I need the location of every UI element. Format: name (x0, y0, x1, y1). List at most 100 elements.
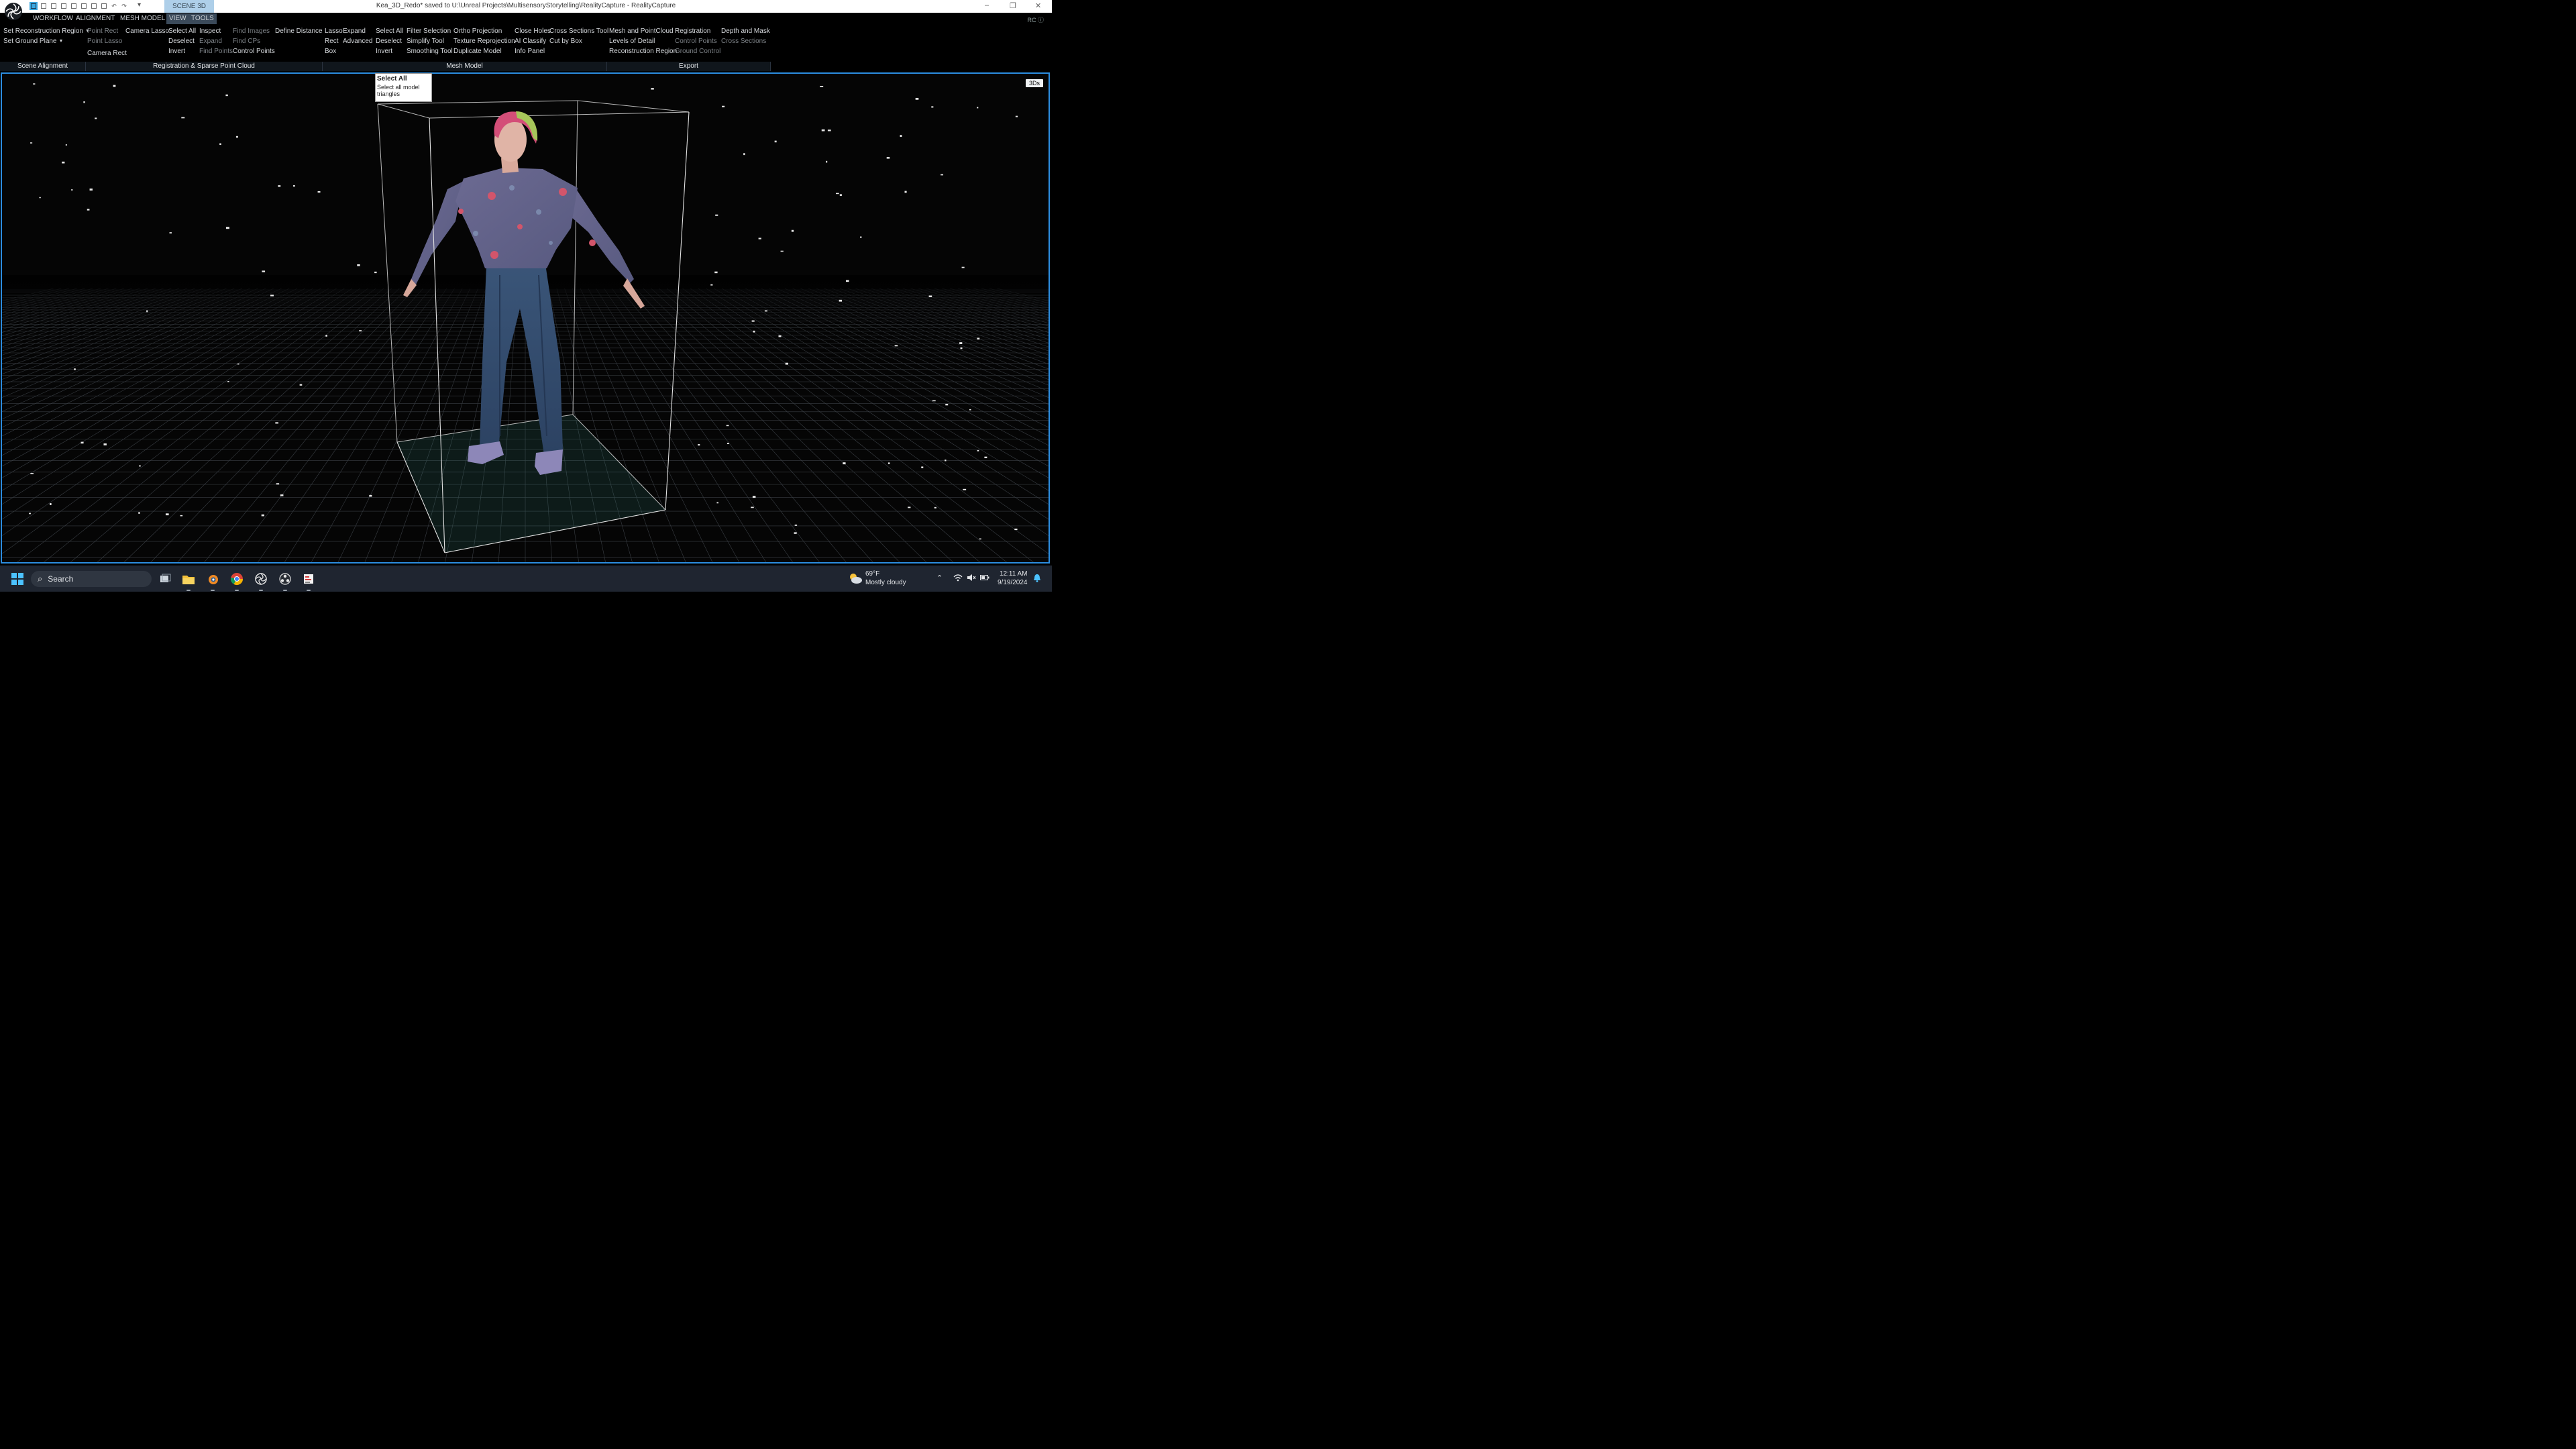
ortho-projection-button[interactable]: Ortho Projection (453, 28, 502, 35)
menu-tools[interactable]: TOOLS (189, 13, 217, 24)
volume-muted-icon[interactable] (967, 574, 976, 584)
app-tool-icon[interactable] (302, 572, 315, 591)
scene-canvas[interactable] (2, 74, 1049, 562)
blender-icon[interactable] (206, 572, 219, 591)
weather-cloudy-icon[interactable] (848, 572, 863, 584)
camera-lasso-button[interactable]: Camera Lasso (125, 28, 169, 35)
invert-button[interactable]: Invert (376, 48, 392, 55)
chrome-icon[interactable] (230, 572, 244, 591)
scene-3d-viewport[interactable]: 3Ds (1, 72, 1050, 564)
control-points-button[interactable]: Control Points (233, 48, 275, 55)
invert-points-button[interactable]: Invert (168, 48, 185, 55)
advanced-button[interactable]: Advanced (343, 38, 372, 45)
select-all-points-button[interactable]: Select All (168, 28, 196, 35)
layout-2-icon[interactable] (40, 2, 48, 10)
realitycapture-logo-icon[interactable] (4, 2, 23, 21)
export-mesh-and-pointcloud-button[interactable]: Mesh and PointCloud (609, 28, 674, 35)
taskbar-search-box[interactable]: ⌕ Search (31, 571, 152, 587)
layout-8-icon[interactable] (100, 2, 108, 10)
duplicate-model-button[interactable]: Duplicate Model (453, 48, 502, 55)
menu-view[interactable]: VIEW (166, 13, 189, 24)
export-depth-and-mask-button[interactable]: Depth and Mask (721, 28, 770, 35)
cross-sections-tool-button[interactable]: Cross Sections Tool (549, 28, 608, 35)
restore-button[interactable]: ❐ (1010, 1, 1016, 10)
title-bar: ↶ ↷ ▾ SCENE 3D Kea_3D_Redo* saved to U:\… (0, 0, 1052, 13)
find-cps-button[interactable]: Find CPs (233, 38, 260, 45)
camera-marker (261, 514, 265, 517)
weather-temperature[interactable]: 69°F (865, 570, 879, 578)
clock-date[interactable]: 9/19/2024 (998, 579, 1028, 586)
camera-marker (928, 295, 932, 297)
camera-marker (74, 368, 76, 370)
find-points-button[interactable]: Find Points (199, 48, 233, 55)
menu-alignment[interactable]: ALIGNMENT (76, 15, 115, 22)
define-distance-button[interactable]: Define Distance (275, 28, 323, 35)
camera-marker (275, 422, 279, 424)
inspect-button[interactable]: Inspect (199, 28, 221, 35)
tab-scene-3d[interactable]: SCENE 3D (164, 0, 214, 13)
wifi-icon[interactable] (953, 574, 963, 584)
file-explorer-icon[interactable] (182, 572, 195, 591)
layout-3-icon[interactable] (50, 2, 58, 10)
expand-button[interactable]: Expand (343, 28, 366, 35)
tray-overflow-chevron-icon[interactable]: ⌃ (936, 574, 943, 582)
camera-marker (235, 136, 238, 138)
ai-classify-button[interactable]: AI Classify (515, 38, 546, 45)
clock-time[interactable]: 12:11 AM (1000, 570, 1028, 578)
texture-reprojection-button[interactable]: Texture Reprojection (453, 38, 515, 45)
notification-bell-icon[interactable] (1033, 574, 1041, 584)
export-levels-of-detail-button[interactable]: Levels of Detail (609, 38, 655, 45)
export-reconstruction-region-button[interactable]: Reconstruction Region (609, 48, 677, 55)
deselect-button[interactable]: Deselect (376, 38, 402, 45)
camera-marker (95, 117, 97, 119)
layout-7-icon[interactable] (90, 2, 98, 10)
layout-5-icon[interactable] (70, 2, 78, 10)
lasso-button[interactable]: Lasso (325, 28, 343, 35)
camera-marker (33, 83, 36, 85)
export-cross-sections-button[interactable]: Cross Sections (721, 38, 766, 45)
camera-rect-button[interactable]: Camera Rect (87, 50, 127, 57)
weather-condition[interactable]: Mostly cloudy (865, 579, 906, 586)
find-images-button[interactable]: Find Images (233, 28, 270, 35)
camera-marker (932, 400, 936, 402)
redo-icon[interactable]: ↷ (120, 2, 128, 10)
export-registration-button[interactable]: Registration (675, 28, 710, 35)
task-view-icon[interactable] (158, 572, 172, 586)
camera-marker (219, 143, 221, 146)
windows-start-icon[interactable] (11, 573, 23, 585)
filter-selection-button[interactable]: Filter Selection (407, 28, 451, 35)
view-mode-badge[interactable]: 3Ds (1025, 79, 1043, 87)
menu-mesh-model[interactable]: MESH MODEL (120, 15, 165, 22)
close-button[interactable]: ✕ (1035, 1, 1041, 10)
rect-button[interactable]: Rect (325, 38, 339, 45)
set-ground-plane-button[interactable]: Set Ground Plane ▼ (3, 38, 63, 45)
cut-by-box-button[interactable]: Cut by Box (549, 38, 582, 45)
layout-1-icon[interactable] (30, 2, 38, 10)
battery-icon[interactable] (980, 574, 989, 584)
simplify-tool-button[interactable]: Simplify Tool (407, 38, 444, 45)
undo-icon[interactable]: ↶ (110, 2, 118, 10)
rc-help-label[interactable]: RC ⓘ (1027, 15, 1044, 24)
select-all-button[interactable]: Select All (376, 28, 403, 35)
camera-marker (860, 236, 862, 238)
deselect-points-button[interactable]: Deselect (168, 38, 195, 45)
close-holes-button[interactable]: Close Holes (515, 28, 551, 35)
point-rect-button[interactable]: Point Rect (87, 28, 118, 35)
set-reconstruction-region-button[interactable]: Set Reconstruction Region ▼ (3, 28, 90, 35)
layout-6-icon[interactable] (80, 2, 88, 10)
expand-points-button[interactable]: Expand (199, 38, 222, 45)
smoothing-tool-button[interactable]: Smoothing Tool (407, 48, 453, 55)
point-lasso-button[interactable]: Point Lasso (87, 38, 122, 45)
export-ground-control-button[interactable]: Ground Control (675, 48, 720, 55)
camera-marker (915, 97, 919, 100)
realitycapture-taskbar-icon[interactable] (254, 572, 268, 591)
export-control-points-button[interactable]: Control Points (675, 38, 717, 45)
camera-marker (979, 538, 981, 540)
minimize-button[interactable]: – (985, 1, 989, 9)
info-panel-button[interactable]: Info Panel (515, 48, 545, 55)
layout-4-icon[interactable] (60, 2, 68, 10)
menu-workflow[interactable]: WORKFLOW (33, 15, 73, 22)
quick-access-dropdown-icon[interactable]: ▾ (138, 1, 141, 9)
obs-icon[interactable] (278, 572, 292, 591)
box-button[interactable]: Box (325, 48, 336, 55)
